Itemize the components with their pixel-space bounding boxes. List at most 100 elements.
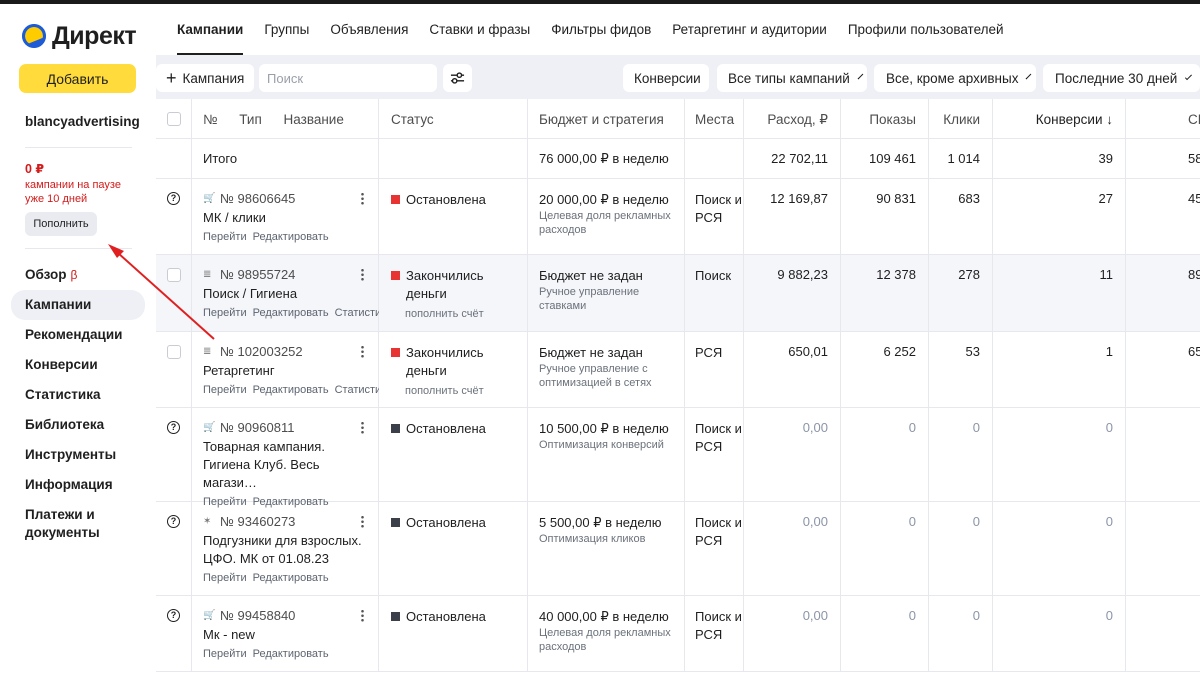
strategy-text: Оптимизация кликов — [539, 533, 646, 545]
budget-text: Бюджет не задан — [539, 345, 643, 360]
add-campaign-label: Кампания — [182, 70, 245, 86]
header-type[interactable]: Тип — [239, 112, 262, 127]
sidebar-item-recommendations[interactable]: Рекомендации — [11, 320, 145, 350]
sidebar-item-campaigns[interactable]: Кампании — [11, 290, 145, 320]
campaign-name-cell: 🛒 № 98606645 МК / клики Перейти Редактиров… — [192, 179, 379, 254]
topup-link[interactable]: пополнить счёт — [405, 384, 527, 398]
archive-filter-select[interactable]: Все, кроме архивных — [874, 64, 1036, 92]
more-menu-icon[interactable] — [361, 192, 364, 205]
add-button[interactable]: Добавить — [19, 64, 136, 93]
campaign-type-select[interactable]: Все типы кампаний — [717, 64, 867, 92]
select-all-checkbox[interactable] — [167, 112, 181, 126]
campaign-status: Остановлена — [391, 608, 527, 626]
total-status-cell — [379, 139, 528, 178]
campaign-title[interactable]: МК / клики — [203, 209, 378, 227]
go-link[interactable]: Перейти — [203, 231, 247, 243]
header-spend[interactable]: Расход, ₽ — [744, 99, 841, 138]
header-num[interactable]: № — [203, 112, 217, 127]
more-menu-icon[interactable] — [361, 609, 364, 622]
header-cpa[interactable]: CP — [1126, 99, 1200, 138]
help-icon[interactable]: ? — [167, 609, 180, 622]
header-conversions[interactable]: Конверсии ↓ — [993, 99, 1126, 138]
go-link[interactable]: Перейти — [203, 307, 247, 319]
campaign-name-cell: 🛒 № 90960811 Товарная кампания. Гигиена К… — [192, 408, 379, 508]
more-menu-icon[interactable] — [361, 515, 364, 528]
search-input[interactable] — [259, 64, 437, 92]
sidebar: Директ Добавить blancyadvertising 0 ₽ ка… — [0, 4, 156, 680]
campaign-title[interactable]: Товарная кампания. Гигиена Клуб. Весь ма… — [203, 438, 373, 492]
header-budget[interactable]: Бюджет и стратегия — [528, 99, 685, 138]
strategy-text: Оптимизация конверсий — [539, 439, 664, 451]
tab-groups[interactable]: Группы — [264, 4, 309, 55]
edit-link[interactable]: Редактировать — [253, 231, 329, 243]
header-clicks[interactable]: Клики — [929, 99, 993, 138]
spend-value: 12 169,87 — [744, 179, 841, 254]
table-row[interactable]: ? 🛒 № 90960811 Товарная кампания. Гигиена… — [156, 408, 1200, 508]
budget-text: 10 500,00 ₽ в неделю — [539, 421, 669, 436]
tab-retargeting[interactable]: Ретаргетинг и аудитории — [672, 4, 827, 55]
period-select[interactable]: Последние 30 дней — [1043, 64, 1200, 92]
budget-cell: Бюджет не задан Ручное управление ставкам… — [528, 255, 685, 331]
spend-value: 9 882,23 — [744, 255, 841, 331]
sidebar-item-library[interactable]: Библиотека — [11, 410, 145, 440]
go-link[interactable]: Перейти — [203, 384, 247, 396]
go-link[interactable]: Перейти — [203, 648, 247, 660]
stats-link[interactable]: Статистика — [335, 307, 379, 319]
campaign-title[interactable]: Подгузники для взрослых. ЦФО. МК от 01.0… — [203, 532, 368, 568]
status-dot-icon — [391, 424, 400, 433]
logo[interactable]: Директ — [22, 20, 137, 52]
header-place[interactable]: Места — [685, 99, 744, 138]
help-icon[interactable]: ? — [167, 515, 180, 528]
table-row[interactable]: ? 🛒 № 98606645 МК / клики Перейти Редактир… — [156, 179, 1200, 255]
table-row[interactable]: ? ✶ № 93460273 Подгузники для взрослых. Ц… — [156, 502, 1200, 596]
sliders-icon — [450, 72, 465, 84]
tab-ads[interactable]: Объявления — [330, 4, 408, 55]
edit-link[interactable]: Редактировать — [253, 384, 329, 396]
help-icon[interactable]: ? — [167, 192, 180, 205]
tab-feed-filters[interactable]: Фильтры фидов — [551, 4, 651, 55]
tab-bids[interactable]: Ставки и фразы — [429, 4, 530, 55]
campaign-links: Перейти Редактировать Статистика — [203, 307, 379, 319]
stats-link[interactable]: Статистика — [335, 384, 379, 396]
sidebar-item-overview[interactable]: Обзор β — [11, 260, 145, 290]
sidebar-item-conversions[interactable]: Конверсии — [11, 350, 145, 380]
account-name[interactable]: blancyadvertising — [25, 114, 140, 129]
campaign-links: Перейти Редактировать Статистика — [203, 384, 379, 396]
edit-link[interactable]: Редактировать — [253, 648, 329, 660]
table-row[interactable]: ? 🛒 № 99458840 Мк - new Перейти Редактиров… — [156, 596, 1200, 672]
campaign-title[interactable]: Мк - new — [203, 626, 378, 644]
row-checkbox[interactable] — [167, 268, 181, 282]
campaign-title[interactable]: Ретаргетинг — [203, 362, 378, 380]
campaign-links: Перейти Редактировать — [203, 572, 379, 584]
conversions-button[interactable]: Конверсии — [623, 64, 709, 92]
tab-campaigns[interactable]: Кампании — [177, 4, 244, 55]
campaign-status: Остановлена — [391, 191, 527, 209]
topup-link[interactable]: пополнить счёт — [405, 307, 527, 321]
header-status[interactable]: Статус — [379, 99, 528, 138]
edit-link[interactable]: Редактировать — [253, 307, 329, 319]
edit-link[interactable]: Редактировать — [253, 572, 329, 584]
add-campaign-button[interactable]: + Кампания — [156, 64, 255, 92]
more-menu-icon[interactable] — [361, 345, 364, 358]
table-row[interactable]: ≣ № 102003252 Ретаргетинг Перейти Редактир… — [156, 332, 1200, 408]
sidebar-item-info[interactable]: Информация — [11, 470, 145, 500]
help-icon[interactable]: ? — [167, 421, 180, 434]
campaign-title[interactable]: Поиск / Гигиена — [203, 285, 378, 303]
strategy-text: Целевая доля рекламных расходов — [539, 210, 671, 236]
header-shows[interactable]: Показы — [841, 99, 929, 138]
place-text: Поиск — [685, 255, 744, 331]
sidebar-item-statistics[interactable]: Статистика — [11, 380, 145, 410]
toolbar: + Кампания Конверсии Все типы кампаний В… — [156, 55, 1200, 99]
tab-user-profiles[interactable]: Профили пользователей — [848, 4, 1004, 55]
sidebar-item-payments[interactable]: Платежи и документы — [11, 500, 121, 548]
shows-value: 12 378 — [841, 255, 929, 331]
more-menu-icon[interactable] — [361, 268, 364, 281]
header-name[interactable]: Название — [284, 112, 344, 127]
sidebar-item-tools[interactable]: Инструменты — [11, 440, 145, 470]
topup-button[interactable]: Пополнить — [25, 212, 97, 236]
more-menu-icon[interactable] — [361, 421, 364, 434]
table-row[interactable]: ≣ № 98955724 Поиск / Гигиена Перейти Редак… — [156, 255, 1200, 332]
filter-settings-button[interactable] — [443, 64, 472, 92]
go-link[interactable]: Перейти — [203, 572, 247, 584]
row-checkbox[interactable] — [167, 345, 181, 359]
